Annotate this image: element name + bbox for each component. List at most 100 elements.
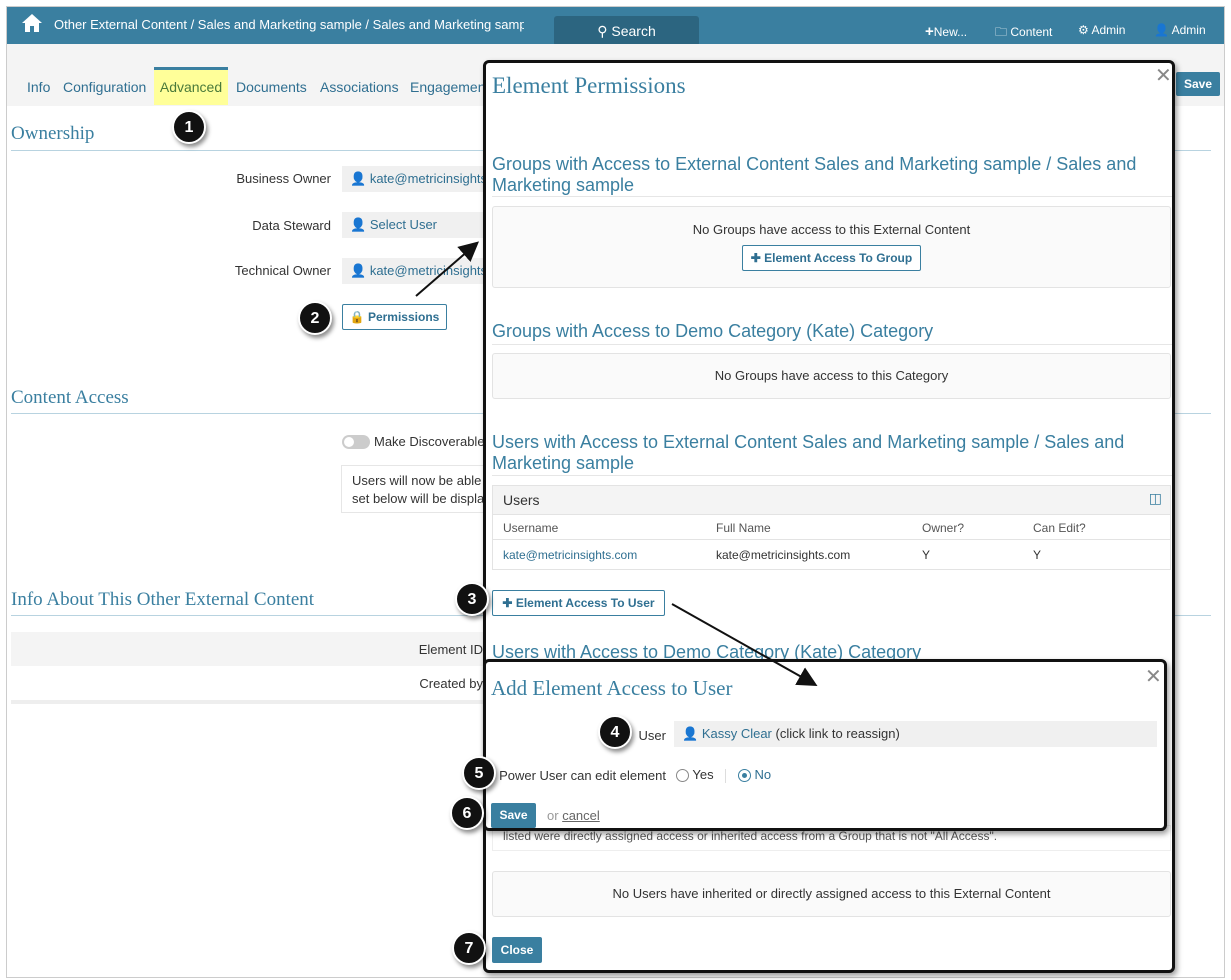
user-menu[interactable]: 👤 Admin bbox=[1154, 23, 1206, 37]
no-label: No bbox=[754, 767, 772, 782]
popup-save-button[interactable]: Save bbox=[491, 803, 536, 828]
callout-badge: 3 bbox=[455, 582, 489, 616]
radio-no[interactable] bbox=[737, 769, 751, 783]
new-menu[interactable]: +New... bbox=[925, 23, 967, 40]
home-icon[interactable] bbox=[21, 13, 43, 33]
search-icon: ⚲ bbox=[597, 23, 608, 39]
tab-documents[interactable]: Documents bbox=[236, 79, 307, 95]
callout-badge: 7 bbox=[452, 931, 486, 965]
tab-engagement[interactable]: Engagement bbox=[410, 79, 484, 95]
tab-configuration[interactable]: Configuration bbox=[63, 79, 146, 95]
ownership-title: Ownership bbox=[11, 123, 95, 144]
groups-ext-title: Groups with Access to External Content S… bbox=[492, 154, 1137, 195]
gear-icon: ⚙ bbox=[1078, 23, 1089, 37]
username-link[interactable]: kate@metricinsights.com bbox=[503, 548, 637, 562]
owner-cell: Y bbox=[922, 548, 931, 562]
callout-badge: 4 bbox=[598, 715, 632, 749]
cancel-link[interactable]: cancel bbox=[562, 808, 600, 823]
columns-icon[interactable]: ◫ bbox=[1149, 490, 1162, 507]
add-user-label: Element Access To User bbox=[515, 596, 655, 610]
content-label: Content bbox=[1010, 25, 1053, 39]
lock-icon: 🔒 bbox=[349, 310, 365, 324]
user-icon: 👤 bbox=[350, 171, 367, 186]
callout-badge: 1 bbox=[172, 110, 206, 144]
callout-badge: 5 bbox=[462, 756, 496, 790]
data-steward-value: Select User bbox=[369, 217, 438, 232]
breadcrumb[interactable]: Other External Content / Sales and Marke… bbox=[54, 17, 524, 32]
search-button[interactable]: ⚲ Search bbox=[554, 16, 699, 46]
technical-owner-field[interactable]: 👤 kate@metricinsights.com bbox=[342, 258, 483, 284]
users-inherited-empty: No Users have inherited or directly assi… bbox=[492, 871, 1171, 917]
business-owner-value: kate@metricinsights.com bbox=[369, 171, 483, 186]
callout-badge: 6 bbox=[450, 796, 484, 830]
groups-ext-box: No Groups have access to this External C… bbox=[492, 206, 1171, 288]
content-access-title: Content Access bbox=[11, 387, 129, 408]
power-user-radio-group: Yes No bbox=[676, 767, 771, 783]
business-owner-field[interactable]: 👤 kate@metricinsights.com bbox=[342, 166, 483, 192]
new-label: New... bbox=[933, 25, 968, 39]
groups-cat-title: Groups with Access to Demo Category (Kat… bbox=[492, 321, 934, 341]
user-icon: 👤 bbox=[350, 263, 367, 278]
column-full-name[interactable]: Full Name bbox=[716, 521, 771, 535]
permissions-label: Permissions bbox=[367, 310, 440, 324]
close-button[interactable]: Close bbox=[492, 937, 542, 963]
business-owner-label: Business Owner bbox=[236, 171, 331, 186]
divider bbox=[492, 344, 1172, 345]
yes-label: Yes bbox=[692, 767, 714, 782]
created-by-label: Created by bbox=[419, 676, 483, 691]
add-group-button[interactable]: ✚ Element Access To Group bbox=[741, 245, 922, 271]
plus-icon: + bbox=[925, 23, 934, 40]
discoverable-label: Make Discoverable bbox=[374, 434, 485, 449]
table-row: kate@metricinsights.com kate@metricinsig… bbox=[493, 540, 1170, 569]
divider bbox=[492, 475, 1172, 476]
users-table-title: Users bbox=[503, 492, 540, 508]
tab-info[interactable]: Info bbox=[27, 79, 50, 95]
permissions-button[interactable]: 🔒 Permissions bbox=[342, 304, 447, 330]
tab-associations[interactable]: Associations bbox=[320, 79, 399, 95]
note-line: set below will be displa bbox=[352, 491, 485, 506]
folder-icon: 🗀 bbox=[995, 25, 1008, 39]
technical-owner-label: Technical Owner bbox=[234, 263, 331, 278]
search-label: Search bbox=[611, 23, 656, 39]
close-icon[interactable]: ✕ bbox=[1145, 664, 1162, 689]
users-ext-title: Users with Access to External Content Sa… bbox=[492, 432, 1125, 473]
note-line: Users will now be able bbox=[352, 473, 482, 488]
divider bbox=[11, 700, 483, 704]
modal-title: Element Permissions bbox=[492, 73, 686, 98]
admin-menu[interactable]: ⚙ Admin bbox=[1078, 23, 1125, 37]
user-link[interactable]: Kassy Clear bbox=[702, 726, 772, 741]
user-field: 👤 Kassy Clear (click link to reassign) bbox=[674, 721, 1157, 747]
callout-badge: 2 bbox=[298, 301, 332, 335]
full-name-cell: kate@metricinsights.com bbox=[716, 548, 851, 562]
close-icon[interactable]: ✕ bbox=[1155, 63, 1172, 88]
popup-title: Add Element Access to User bbox=[491, 676, 733, 700]
radio-yes[interactable] bbox=[676, 769, 689, 783]
or-label: or bbox=[547, 808, 559, 823]
info-title: Info About This Other External Content bbox=[11, 589, 315, 610]
plus-icon: ✚ bbox=[502, 596, 513, 610]
tab-advanced[interactable]: Advanced bbox=[154, 67, 228, 105]
top-bar: Other External Content / Sales and Marke… bbox=[7, 7, 1224, 46]
data-steward-label: Data Steward bbox=[252, 218, 331, 233]
user-icon: 👤 bbox=[350, 217, 367, 232]
data-steward-field[interactable]: 👤 Select User bbox=[342, 212, 483, 238]
users-table-columns: Username Full Name Owner? Can Edit? bbox=[493, 515, 1170, 540]
add-group-label: Element Access To Group bbox=[764, 251, 913, 265]
save-button[interactable]: Save bbox=[1176, 72, 1220, 96]
discoverable-note: Users will now be able set below will be … bbox=[341, 465, 491, 513]
divider bbox=[492, 196, 1172, 197]
can-edit-cell: Y bbox=[1033, 548, 1042, 562]
column-username[interactable]: Username bbox=[503, 521, 558, 535]
add-user-button[interactable]: ✚ Element Access To User bbox=[492, 590, 665, 616]
technical-owner-value: kate@metricinsights.com bbox=[369, 263, 483, 278]
discoverable-toggle[interactable] bbox=[342, 435, 370, 449]
user-hint: (click link to reassign) bbox=[775, 726, 900, 741]
column-owner[interactable]: Owner? bbox=[922, 521, 964, 535]
content-menu[interactable]: 🗀 Content bbox=[995, 23, 1052, 44]
divider bbox=[725, 768, 727, 783]
add-element-access-popup: ✕ Add Element Access to User User 👤 Kass… bbox=[483, 659, 1167, 831]
admin-label: Admin bbox=[1091, 23, 1126, 37]
column-can-edit[interactable]: Can Edit? bbox=[1033, 521, 1086, 535]
user-icon: 👤 bbox=[1154, 23, 1169, 37]
groups-cat-empty: No Groups have access to this Category bbox=[492, 353, 1171, 399]
